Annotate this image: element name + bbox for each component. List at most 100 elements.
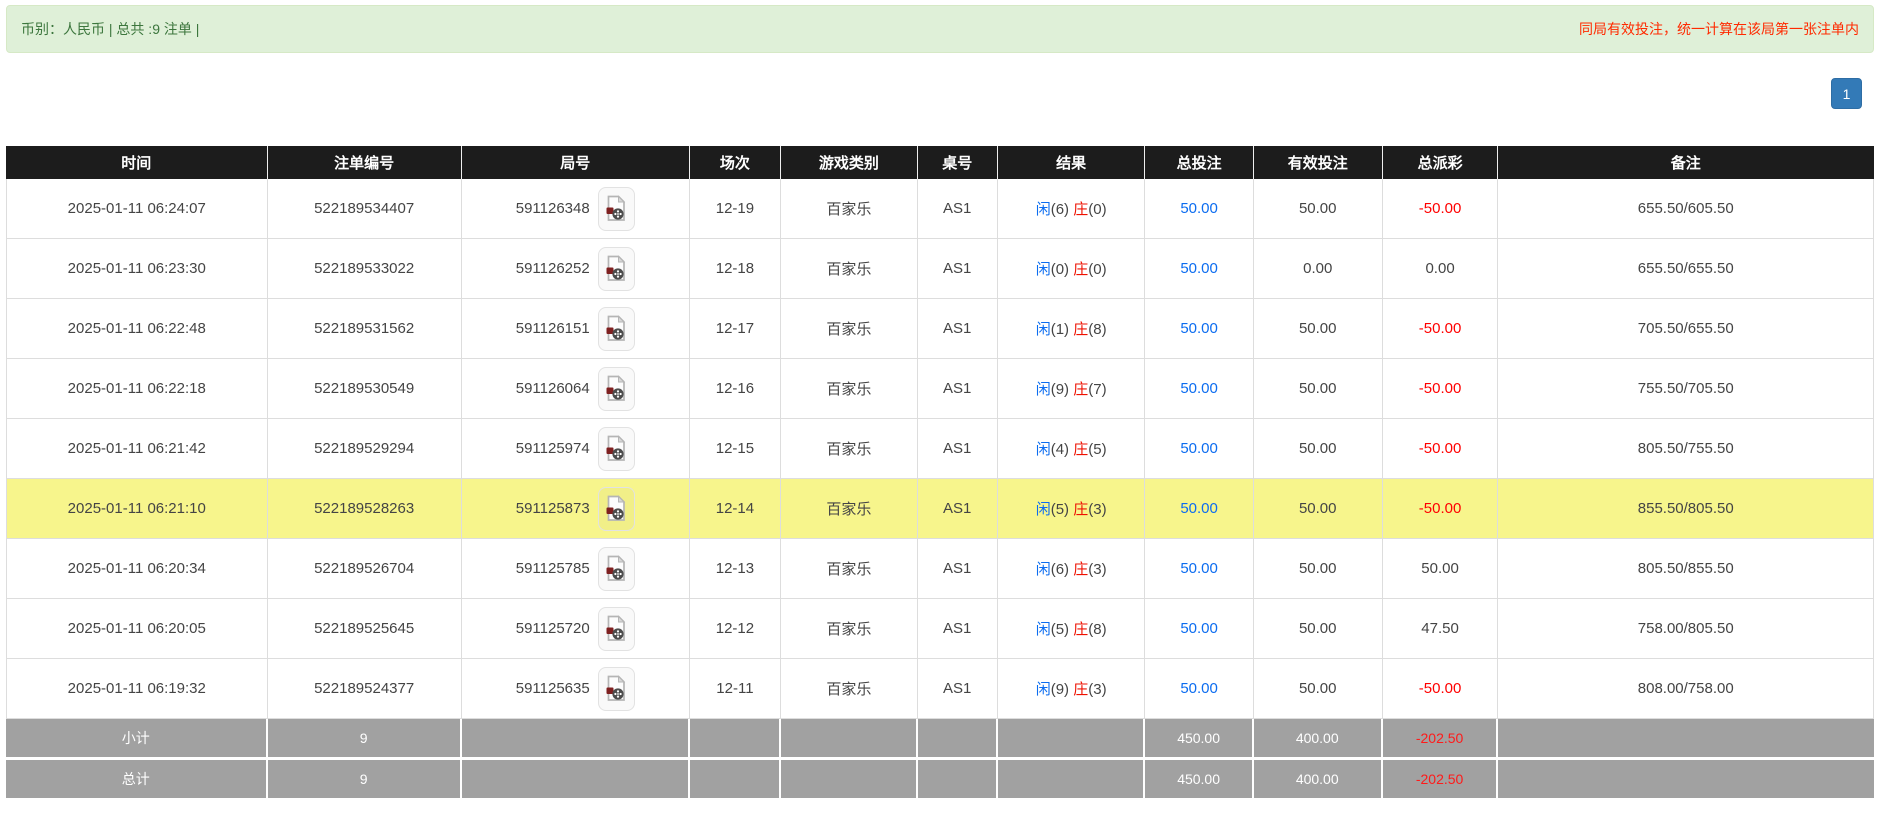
col-header-payout: 总派彩 [1382,146,1499,179]
video-file-icon [606,495,626,521]
col-header-session: 场次 [689,146,782,179]
cell-result: 闲(5) 庄(8) [997,599,1146,659]
col-header-game-type: 游戏类别 [781,146,918,179]
col-header-time: 时间 [6,146,268,179]
round-id-text: 591126064 [515,380,590,397]
cell-game-type: 百家乐 [781,659,918,719]
cell-bet-id: 522189530549 [267,359,462,419]
player-label: 闲 [1035,561,1051,578]
round-id-text: 591125785 [515,560,590,577]
cell-table-no: AS1 [917,659,998,719]
cell-time: 2025-01-11 06:22:18 [6,359,268,419]
summary-empty-session [689,719,782,760]
cell-result: 闲(6) 庄(3) [997,539,1146,599]
cell-bet-id: 522189534407 [267,179,462,239]
page-1-button[interactable]: 1 [1831,78,1862,109]
video-replay-button[interactable] [597,486,635,531]
table-row: 2025-01-11 06:20:05 522189525645 5911257… [6,599,1874,659]
round-id-text: 591125974 [515,440,590,457]
cell-round-id: 591125785 [461,539,690,599]
player-label: 闲 [1035,621,1051,638]
round-id-text: 591125873 [515,500,590,517]
player-result: 闲(4) [1035,441,1070,458]
banker-label: 庄 [1073,381,1089,398]
video-replay-button[interactable] [597,426,635,471]
cell-session: 12-16 [689,359,782,419]
player-result: 闲(1) [1035,321,1070,338]
total-bet-link[interactable]: 50.00 [1180,620,1218,637]
pagination: 1 [0,78,1862,109]
cell-session: 12-15 [689,419,782,479]
cell-session: 12-11 [689,659,782,719]
summary-empty-session [689,760,782,801]
summary-valid-bet: 400.00 [1253,719,1383,760]
player-label: 闲 [1035,261,1051,278]
cell-time: 2025-01-11 06:21:42 [6,419,268,479]
video-file-icon [606,675,626,701]
player-result: 闲(6) [1035,201,1070,218]
banker-label: 庄 [1073,441,1089,458]
player-result: 闲(9) [1035,381,1070,398]
player-result: 闲(5) [1035,621,1070,638]
cell-time: 2025-01-11 06:24:07 [6,179,268,239]
video-replay-button[interactable] [597,246,635,291]
total-bet-link[interactable]: 50.00 [1180,200,1218,217]
player-label: 闲 [1035,321,1051,338]
summary-row: 小计 9 450.00 400.00 -202.50 [6,719,1874,760]
banker-result: 庄(8) [1073,321,1107,338]
cell-game-type: 百家乐 [781,479,918,539]
video-file-icon [606,315,626,341]
cell-valid-bet: 50.00 [1253,359,1383,419]
total-bet-link[interactable]: 50.00 [1180,500,1218,517]
cell-bet-id: 522189528263 [267,479,462,539]
summary-empty-table-no [917,760,998,801]
cell-table-no: AS1 [917,299,998,359]
video-replay-button[interactable] [597,546,635,591]
total-bet-link[interactable]: 50.00 [1180,320,1218,337]
cell-bet-id: 522189526704 [267,539,462,599]
summary-empty-result [997,719,1146,760]
video-replay-button[interactable] [597,186,635,231]
col-header-bet-id: 注单编号 [267,146,462,179]
video-replay-button[interactable] [597,366,635,411]
player-label: 闲 [1035,681,1051,698]
total-bet-link[interactable]: 50.00 [1180,260,1218,277]
round-id-text: 591125635 [515,680,590,697]
video-replay-button[interactable] [597,306,635,351]
banker-result: 庄(7) [1073,381,1107,398]
total-bet-link[interactable]: 50.00 [1180,560,1218,577]
total-bet-link[interactable]: 50.00 [1180,440,1218,457]
summary-payout: -202.50 [1382,760,1499,801]
video-file-icon [606,435,626,461]
cell-round-id: 591126151 [461,299,690,359]
cell-round-id: 591125635 [461,659,690,719]
player-label: 闲 [1035,381,1051,398]
cell-table-no: AS1 [917,179,998,239]
cell-valid-bet: 50.00 [1253,419,1383,479]
cell-session: 12-18 [689,239,782,299]
total-bet-link[interactable]: 50.00 [1180,680,1218,697]
player-label: 闲 [1035,201,1051,218]
banker-result: 庄(0) [1073,201,1107,218]
table-row: 2025-01-11 06:22:18 522189530549 5911260… [6,359,1874,419]
cell-result: 闲(9) 庄(7) [997,359,1146,419]
player-result: 闲(5) [1035,501,1070,518]
summary-total-bet: 450.00 [1145,719,1254,760]
cell-result: 闲(0) 庄(0) [997,239,1146,299]
cell-table-no: AS1 [917,239,998,299]
banker-label: 庄 [1073,501,1089,518]
video-replay-button[interactable] [597,606,635,651]
cell-bet-id: 522189524377 [267,659,462,719]
banker-label: 庄 [1073,201,1089,218]
video-replay-button[interactable] [597,666,635,711]
cell-total-bet: 50.00 [1145,479,1254,539]
cell-result: 闲(1) 庄(8) [997,299,1146,359]
cell-session: 12-19 [689,179,782,239]
summary-payout: -202.50 [1382,719,1499,760]
summary-empty-result [997,760,1146,801]
cell-total-bet: 50.00 [1145,419,1254,479]
cell-time: 2025-01-11 06:21:10 [6,479,268,539]
total-bet-link[interactable]: 50.00 [1180,380,1218,397]
cell-payout: -50.00 [1382,659,1499,719]
cell-valid-bet: 0.00 [1253,239,1383,299]
